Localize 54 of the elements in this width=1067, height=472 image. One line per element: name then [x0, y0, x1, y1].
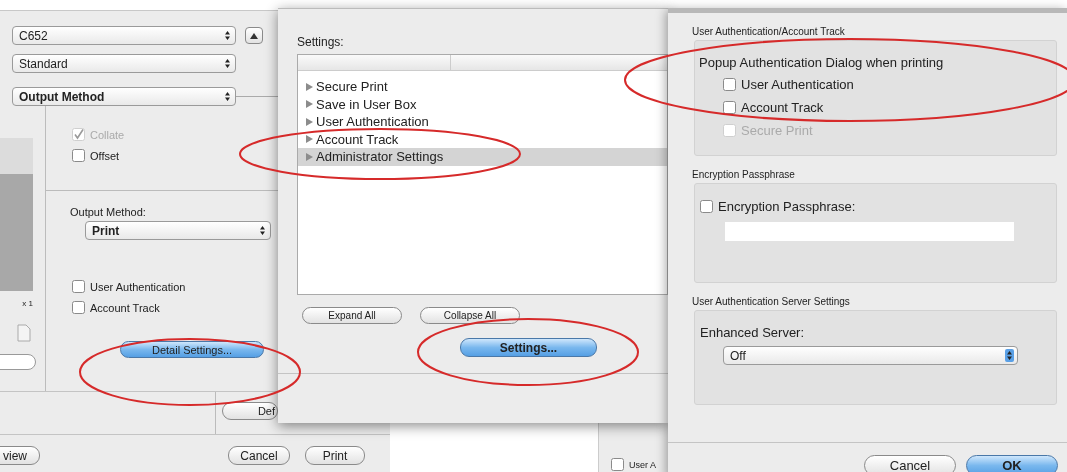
- button[interactable]: Print: [305, 446, 365, 465]
- checkbox-icon: [611, 458, 624, 471]
- popup-button[interactable]: Print: [85, 221, 271, 240]
- field-label: Settings:: [297, 35, 345, 49]
- checkbox-icon: [700, 200, 713, 213]
- checkbox-icon: [72, 301, 85, 314]
- popup-button[interactable]: Output Method: [12, 87, 236, 106]
- tree-row[interactable]: Account Track: [298, 130, 667, 148]
- triangle-button[interactable]: [245, 27, 263, 44]
- tree-row[interactable]: Save in User Box: [298, 95, 667, 113]
- passphrase-field[interactable]: [725, 222, 1014, 241]
- stepper-icon: [1005, 349, 1014, 362]
- settings-button[interactable]: Settings...: [460, 338, 597, 357]
- checkbox[interactable]: Account Track: [723, 100, 824, 115]
- checkbox-icon: [72, 280, 85, 293]
- checkbox[interactable]: Offset: [72, 149, 120, 162]
- field-label: Output Method:: [70, 206, 146, 218]
- stepper-icon: [258, 224, 267, 237]
- checkbox-icon: [72, 149, 85, 162]
- checkbox-icon: [72, 128, 85, 141]
- popup-button[interactable]: Standard: [12, 54, 236, 73]
- tree-row[interactable]: Administrator Settings: [298, 148, 667, 166]
- field-label: Enhanced Server:: [700, 325, 805, 340]
- button[interactable]: Expand All: [302, 307, 402, 324]
- checkbox[interactable]: Encryption Passphrase:: [700, 199, 856, 214]
- popup-button[interactable]: Off: [723, 346, 1018, 365]
- button[interactable]: Cancel: [864, 455, 956, 472]
- stepper-icon: [223, 90, 232, 103]
- detail-settings-button[interactable]: Detail Settings...: [120, 341, 264, 358]
- stepper-icon: [223, 57, 232, 70]
- button[interactable]: Collapse All: [420, 307, 520, 324]
- checkbox-icon: [723, 78, 736, 91]
- group-title: User Authentication Server Settings: [692, 296, 851, 307]
- checkbox-icon: [723, 101, 736, 114]
- checkbox[interactable]: User Authentication: [723, 77, 854, 92]
- copies-label: x 1: [22, 299, 33, 308]
- tree-row[interactable]: User Authentication: [298, 113, 667, 131]
- stepper-icon: [223, 29, 232, 42]
- group-prompt: Popup Authentication Dialog when printing: [699, 55, 944, 70]
- checkbox[interactable]: User A: [611, 458, 656, 471]
- button[interactable]: Cancel: [228, 446, 290, 465]
- group-title: User Authentication/Account Track: [692, 26, 846, 37]
- checkbox-icon: [723, 124, 736, 137]
- checkbox[interactable]: Account Track: [72, 301, 160, 314]
- button[interactable]: Def: [222, 402, 278, 420]
- button[interactable]: OK: [966, 455, 1058, 472]
- popup-button[interactable]: C652: [12, 26, 236, 45]
- button[interactable]: view: [0, 446, 40, 465]
- triangle-icon: [250, 32, 258, 39]
- checkbox[interactable]: User Authentication: [72, 280, 186, 293]
- document-icon: [16, 324, 32, 342]
- preview-paper: [0, 138, 33, 174]
- tree-row[interactable]: Secure Print: [298, 78, 667, 96]
- group-title: Encryption Passphrase: [692, 169, 796, 180]
